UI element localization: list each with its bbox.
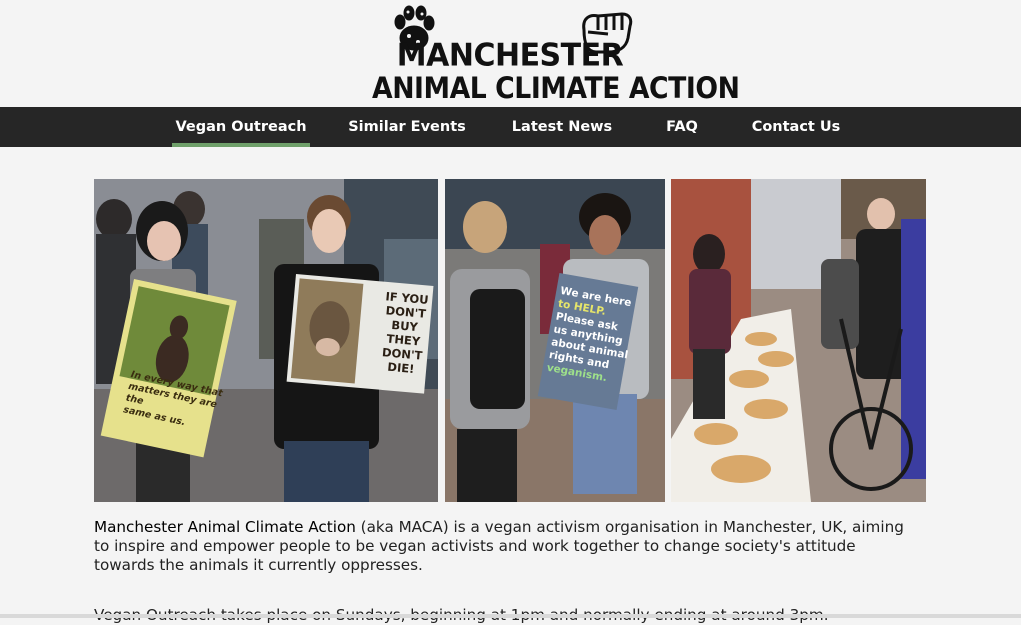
nav-item-similar-events[interactable]: Similar Events <box>346 107 468 147</box>
nav-item-faq[interactable]: FAQ <box>656 107 708 147</box>
nav-item-latest-news[interactable]: Latest News <box>508 107 616 147</box>
sign-cow-text: IF YOU DON'T BUY THEY DON'T DIE! <box>368 288 438 377</box>
logo-line-1: MANCHESTER <box>396 37 624 74</box>
nav-item-vegan-outreach[interactable]: Vegan Outreach <box>172 107 310 147</box>
site-header: MANCHESTER ANIMAL CLIMATE ACTION <box>0 0 1021 107</box>
site-logo[interactable]: MANCHESTER ANIMAL CLIMATE ACTION <box>360 2 740 105</box>
photo-outreach-conversation: We are here to HELP. Please ask us anyth… <box>445 179 665 502</box>
photo-activists-with-signs: In every way that matters they are the s… <box>94 179 438 502</box>
intro-paragraph: Manchester Animal Climate Action (aka MA… <box>94 518 904 575</box>
horizontal-scrollbar[interactable] <box>0 614 1021 618</box>
org-name: Manchester Animal Climate Action <box>94 518 356 536</box>
main-navigation: Vegan Outreach Similar Events Latest New… <box>0 107 1021 147</box>
sign-help-text: We are here to HELP. Please ask us anyth… <box>546 285 639 388</box>
photo-food-stall <box>671 179 926 502</box>
logo-line-2: ANIMAL CLIMATE ACTION <box>372 71 740 105</box>
sign-cow-line: DON'T DIE! <box>381 345 423 377</box>
nav-item-contact-us[interactable]: Contact Us <box>746 107 846 147</box>
